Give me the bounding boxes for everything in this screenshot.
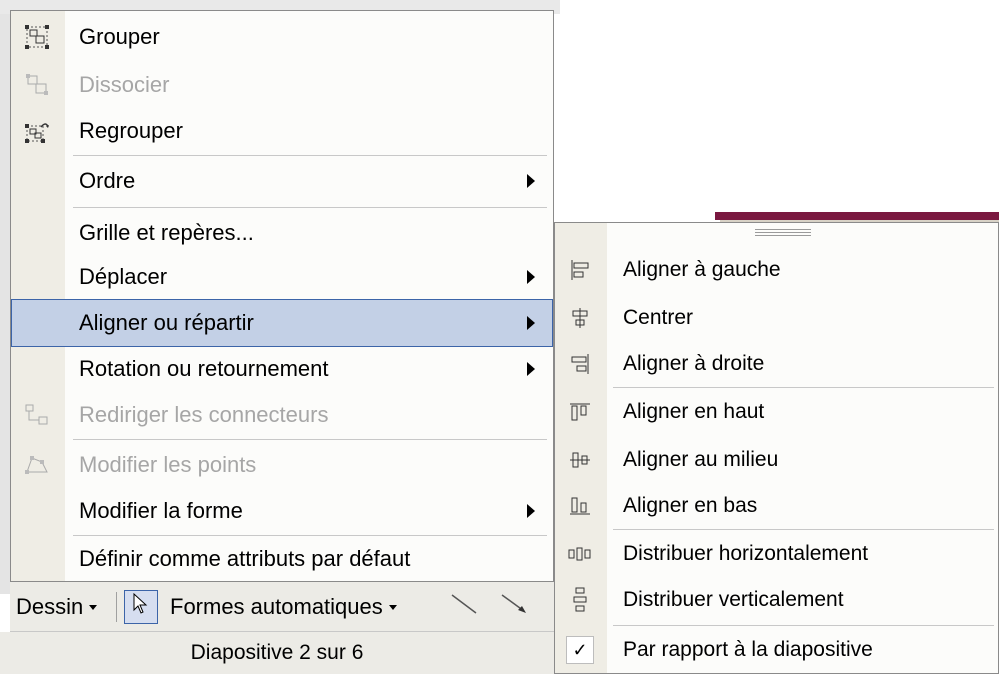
submenu-item-center[interactable]: Centrer [555,295,998,341]
submenu-item-align-middle[interactable]: Aligner au milieu [555,437,998,483]
align-middle-icon [565,445,595,475]
submenu-item-distribute-vertical[interactable]: Distribuer verticalement [555,577,998,623]
menu-item-label: Modifier les points [79,452,257,477]
reroute-connectors-icon [21,399,53,431]
align-left-icon [565,255,595,285]
dropdown-arrow-icon [388,604,397,610]
submenu-arrow-icon [527,316,535,330]
submenu-item-label: Aligner à droite [623,352,765,375]
submenu-item-distribute-horizontal[interactable]: Distribuer horizontalement [555,531,998,577]
distribute-vertical-icon [565,585,595,615]
menu-item-label: Aligner ou répartir [79,310,254,335]
submenu-item-label: Distribuer horizontalement [623,542,869,565]
menu-item-change-shape[interactable]: Modifier la forme [11,487,553,535]
submenu-arrow-icon [527,362,535,376]
dropdown-arrow-icon [89,604,98,610]
submenu-arrow-icon [527,174,535,188]
menu-item-label: Rediriger les connecteurs [79,402,329,427]
menu-separator [73,207,547,208]
ungroup-icon [21,69,53,101]
menu-item-label: Ordre [79,168,136,193]
menu-item-label: Grouper [79,24,160,49]
submenu-arrow-icon [527,504,535,518]
menu-item-move[interactable]: Déplacer [11,253,553,301]
submenu-item-align-left[interactable]: Aligner à gauche [555,247,998,293]
menu-item-grid-guides[interactable]: Grille et repères... [11,209,553,257]
checkmark-icon: ✓ [566,636,594,664]
menu-item-reroute-connectors[interactable]: Rediriger les connecteurs [11,391,553,439]
arrow-tool-button[interactable] [500,590,530,624]
regroup-icon [21,115,53,147]
autoshapes-button[interactable]: Formes automatiques [170,590,397,624]
align-top-icon [565,397,595,427]
menu-item-rotate-flip[interactable]: Rotation ou retournement [11,345,553,393]
draw-menu: Grouper Dissocier Regrouper Ordre Grille… [10,10,554,582]
status-bar: Diapositive 2 sur 6 [0,632,554,674]
menu-separator [73,155,547,156]
menu-item-edit-points[interactable]: Modifier les points [11,441,553,489]
menu-item-label: Déplacer [79,264,168,289]
menu-item-group[interactable]: Grouper [11,13,553,61]
background-window-left [0,14,10,594]
submenu-item-label: Par rapport à la diapositive [623,638,873,661]
align-bottom-icon [565,491,595,521]
submenu-item-label: Distribuer verticalement [623,588,844,611]
align-center-icon [565,303,595,333]
menu-item-label: Définir comme attributs par défaut [79,546,411,571]
checkbox-frame: ✓ [565,635,595,665]
menu-separator [613,625,994,626]
menu-item-label: Regrouper [79,118,183,143]
line-tool-button[interactable] [450,590,480,624]
autoshapes-button-label: Formes automatiques [170,594,383,619]
group-icon [21,21,53,53]
distribute-horizontal-icon [565,539,595,569]
draw-menu-button[interactable]: Dessin [16,590,98,624]
menu-item-label: Modifier la forme [79,498,243,523]
menu-item-ungroup[interactable]: Dissocier [11,61,553,109]
menu-item-set-default[interactable]: Définir comme attributs par défaut [11,535,553,583]
toolbar-separator [116,592,117,622]
align-right-icon [565,349,595,379]
arrow-line-icon [500,591,530,623]
submenu-item-label: Aligner à gauche [623,258,781,281]
submenu-item-align-top[interactable]: Aligner en haut [555,389,998,435]
menu-separator [613,529,994,530]
align-distribute-submenu: Aligner à gauche Centrer Aligner à droit… [554,222,999,674]
pointer-icon [132,592,150,621]
submenu-item-align-right[interactable]: Aligner à droite [555,341,998,387]
menu-item-label: Dissocier [79,72,170,97]
line-icon [450,591,480,623]
submenu-item-align-bottom[interactable]: Aligner en bas [555,483,998,529]
tear-off-grip[interactable] [755,229,811,237]
menu-item-label: Rotation ou retournement [79,356,329,381]
menu-separator [73,439,547,440]
submenu-arrow-icon [527,270,535,284]
drawing-toolbar: Dessin Formes automatiques [10,582,554,632]
edit-points-icon [21,449,53,481]
submenu-item-label: Aligner en bas [623,494,758,517]
submenu-item-label: Centrer [623,306,694,329]
menu-item-label: Grille et repères... [79,220,254,245]
select-objects-button[interactable] [124,590,158,624]
menu-separator [613,387,994,388]
slide-counter: Diapositive 2 sur 6 [190,641,364,664]
submenu-item-label: Aligner au milieu [623,448,779,471]
menu-item-order[interactable]: Ordre [11,157,553,205]
submenu-item-label: Aligner en haut [623,400,765,423]
submenu-item-relative-to-slide[interactable]: ✓ Par rapport à la diapositive [555,627,998,673]
draw-button-label: Dessin [16,594,84,619]
menu-item-align-distribute[interactable]: Aligner ou répartir [11,299,553,347]
menu-item-regroup[interactable]: Regrouper [11,107,553,155]
background-slide-edge [715,212,999,220]
